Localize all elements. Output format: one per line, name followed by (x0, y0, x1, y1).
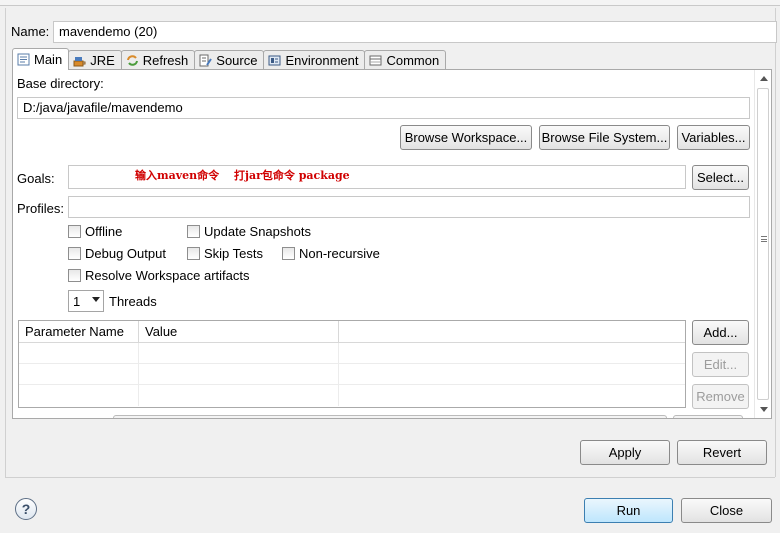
vertical-scrollbar[interactable] (754, 70, 771, 418)
apply-button[interactable]: Apply (580, 440, 670, 465)
main-tab-icon (17, 53, 30, 66)
add-parameter-button[interactable]: Add... (692, 320, 749, 345)
tab-jre[interactable]: JRE (68, 50, 122, 70)
tab-main-label: Main (34, 52, 63, 67)
skip-tests-checkbox-box[interactable] (187, 247, 200, 260)
tab-source-label: Source (216, 53, 258, 68)
non-recursive-checkbox[interactable]: Non-recursive (282, 246, 380, 261)
skip-tests-label: Skip Tests (204, 246, 264, 261)
profiles-label: Profiles: (17, 201, 64, 216)
debug-output-checkbox[interactable]: Debug Output (68, 246, 166, 261)
profiles-field[interactable] (68, 196, 750, 218)
tab-common-label: Common (386, 53, 440, 68)
skip-tests-checkbox[interactable]: Skip Tests (187, 246, 263, 261)
offline-checkbox[interactable]: Offline (68, 224, 122, 239)
threads-value: 1 (73, 293, 81, 309)
grip-icon (761, 236, 767, 242)
table-cell (139, 343, 339, 364)
base-directory-label: Base directory: (17, 76, 104, 91)
footer-separator (5, 477, 775, 478)
non-recursive-checkbox-box[interactable] (282, 247, 295, 260)
scrollbar-thumb[interactable] (757, 88, 769, 400)
revert-button[interactable]: Revert (677, 440, 767, 465)
source-tab-icon (199, 54, 213, 67)
resolve-workspace-label: Resolve Workspace artifacts (85, 268, 250, 283)
column-header-value[interactable]: Value (139, 321, 339, 343)
partially-visible-field (113, 415, 667, 418)
offline-checkbox-box[interactable] (68, 225, 81, 238)
main-tab-panel: Base directory: D:/java/javafile/mavende… (12, 69, 772, 419)
partially-visible-button (673, 415, 743, 418)
debug-output-label: Debug Output (85, 246, 166, 261)
tab-refresh-label: Refresh (142, 53, 189, 68)
remove-parameter-button[interactable]: Remove (692, 384, 749, 409)
browse-workspace-button[interactable]: Browse Workspace... (400, 125, 532, 150)
frame-right-edge (775, 8, 776, 477)
table-row[interactable] (19, 385, 685, 406)
parameters-table[interactable]: Parameter Name Value (18, 320, 686, 408)
name-label: Name: (11, 24, 50, 39)
table-row[interactable] (19, 343, 685, 364)
chevron-down-icon (92, 297, 100, 302)
tab-environment-label: Environment (285, 53, 359, 68)
goals-annotation: 输入maven命令 打jar包命令 package (135, 169, 350, 182)
non-recursive-label: Non-recursive (299, 246, 380, 261)
update-snapshots-label: Update Snapshots (204, 224, 311, 239)
threads-dropdown[interactable]: 1 (68, 290, 104, 312)
tab-main[interactable]: Main (12, 48, 70, 70)
tab-refresh[interactable]: Refresh (120, 50, 196, 70)
table-cell (19, 364, 139, 385)
tab-environment[interactable]: Environment (263, 50, 366, 70)
common-tab-icon (369, 54, 382, 67)
table-cell (139, 364, 339, 385)
variables-button[interactable]: Variables... (677, 125, 750, 150)
close-button[interactable]: Close (681, 498, 772, 523)
table-cell (19, 385, 139, 406)
base-directory-field[interactable]: D:/java/javafile/mavendemo (17, 97, 750, 119)
tab-source[interactable]: Source (194, 50, 265, 70)
scroll-down-arrow-icon[interactable] (760, 407, 768, 412)
jre-tab-icon (73, 54, 86, 67)
debug-output-checkbox-box[interactable] (68, 247, 81, 260)
browse-file-system-button[interactable]: Browse File System... (539, 125, 670, 150)
resolve-workspace-checkbox-box[interactable] (68, 269, 81, 282)
tab-jre-label: JRE (90, 53, 115, 68)
threads-label: Threads (109, 294, 157, 309)
tab-bar: Main JRE Refresh Source Environment Comm… (12, 48, 447, 70)
offline-label: Offline (85, 224, 123, 239)
resolve-workspace-checkbox[interactable]: Resolve Workspace artifacts (68, 268, 250, 283)
update-snapshots-checkbox[interactable]: Update Snapshots (187, 224, 311, 239)
window-top-edge (0, 0, 780, 6)
goals-label: Goals: (17, 171, 55, 186)
frame-left-edge (5, 8, 6, 477)
name-field[interactable]: mavendemo (20) (53, 21, 777, 43)
scroll-up-arrow-icon[interactable] (760, 76, 768, 81)
edit-parameter-button[interactable]: Edit... (692, 352, 749, 377)
update-snapshots-checkbox-box[interactable] (187, 225, 200, 238)
run-button[interactable]: Run (584, 498, 673, 523)
table-row[interactable] (19, 364, 685, 385)
table-cell (19, 343, 139, 364)
help-icon[interactable]: ? (15, 498, 37, 520)
tab-common[interactable]: Common (364, 50, 447, 70)
refresh-tab-icon (126, 54, 139, 67)
environment-tab-icon (268, 54, 281, 67)
select-button[interactable]: Select... (692, 165, 749, 190)
table-header: Parameter Name Value (19, 321, 685, 343)
table-cell (139, 385, 339, 406)
column-header-parameter-name[interactable]: Parameter Name (19, 321, 139, 343)
